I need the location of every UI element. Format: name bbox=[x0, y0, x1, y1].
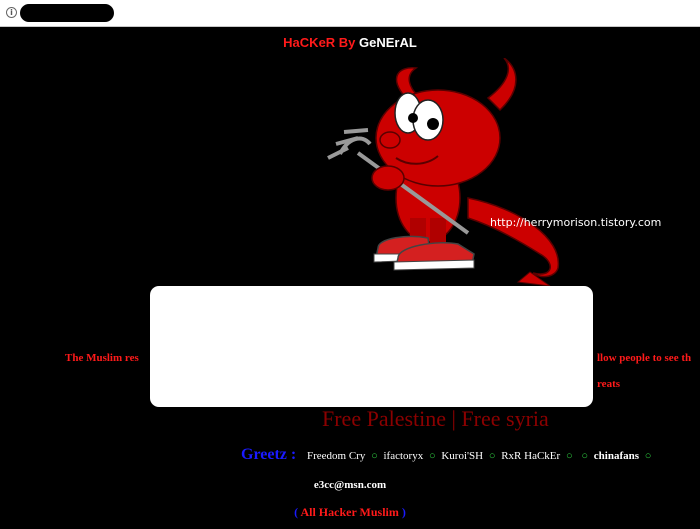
greetz-line: Greetz : Freedom Cry ○ ifactoryx ○ Kuroi… bbox=[241, 446, 654, 464]
separator-icon: ○ bbox=[371, 450, 378, 462]
separator-icon: ○ bbox=[644, 450, 652, 462]
site-info-icon[interactable]: i bbox=[6, 7, 17, 18]
separator-icon: ○ bbox=[488, 450, 496, 462]
footer-text: All Hacker Muslim bbox=[298, 505, 402, 519]
site-link[interactable]: http://herrymorison.tistory.com bbox=[490, 216, 661, 229]
free-palestine-line: Free Palestine | Free syria bbox=[322, 406, 549, 431]
greetz-name: RxR HaCkEr bbox=[501, 450, 561, 462]
greetz-name: chinafans bbox=[593, 450, 640, 462]
title-part-white: GeNErAL bbox=[359, 35, 417, 50]
greetz-label: Greetz : bbox=[241, 446, 297, 463]
greetz-name: Freedom Cry bbox=[306, 450, 366, 462]
overlay-panel bbox=[150, 286, 593, 407]
contact-email: e3cc@msn.com bbox=[313, 479, 387, 491]
greetz-name: Kuroi'SH bbox=[441, 450, 484, 462]
page-title: HaCKeR By GeNErAL bbox=[0, 35, 700, 50]
title-part-red: HaCKeR By bbox=[283, 35, 360, 50]
separator-icon: ○ bbox=[428, 450, 436, 462]
browser-address-bar: i bbox=[0, 0, 700, 27]
footer-signature: ( All Hacker Muslim ) bbox=[0, 505, 700, 520]
url-field[interactable] bbox=[20, 4, 114, 22]
message-left-fragment: The Muslim res bbox=[65, 352, 139, 364]
greetz-name: ifactoryx bbox=[383, 450, 424, 462]
separator-icon: ○ bbox=[565, 450, 573, 462]
footer-close-paren: ) bbox=[401, 505, 406, 519]
message-right-fragment-2: reats bbox=[597, 378, 621, 390]
red-devil-mascot-icon bbox=[327, 58, 559, 286]
message-right-fragment-1: llow people to see th bbox=[597, 352, 692, 364]
separator-icon: ○ bbox=[581, 450, 589, 462]
